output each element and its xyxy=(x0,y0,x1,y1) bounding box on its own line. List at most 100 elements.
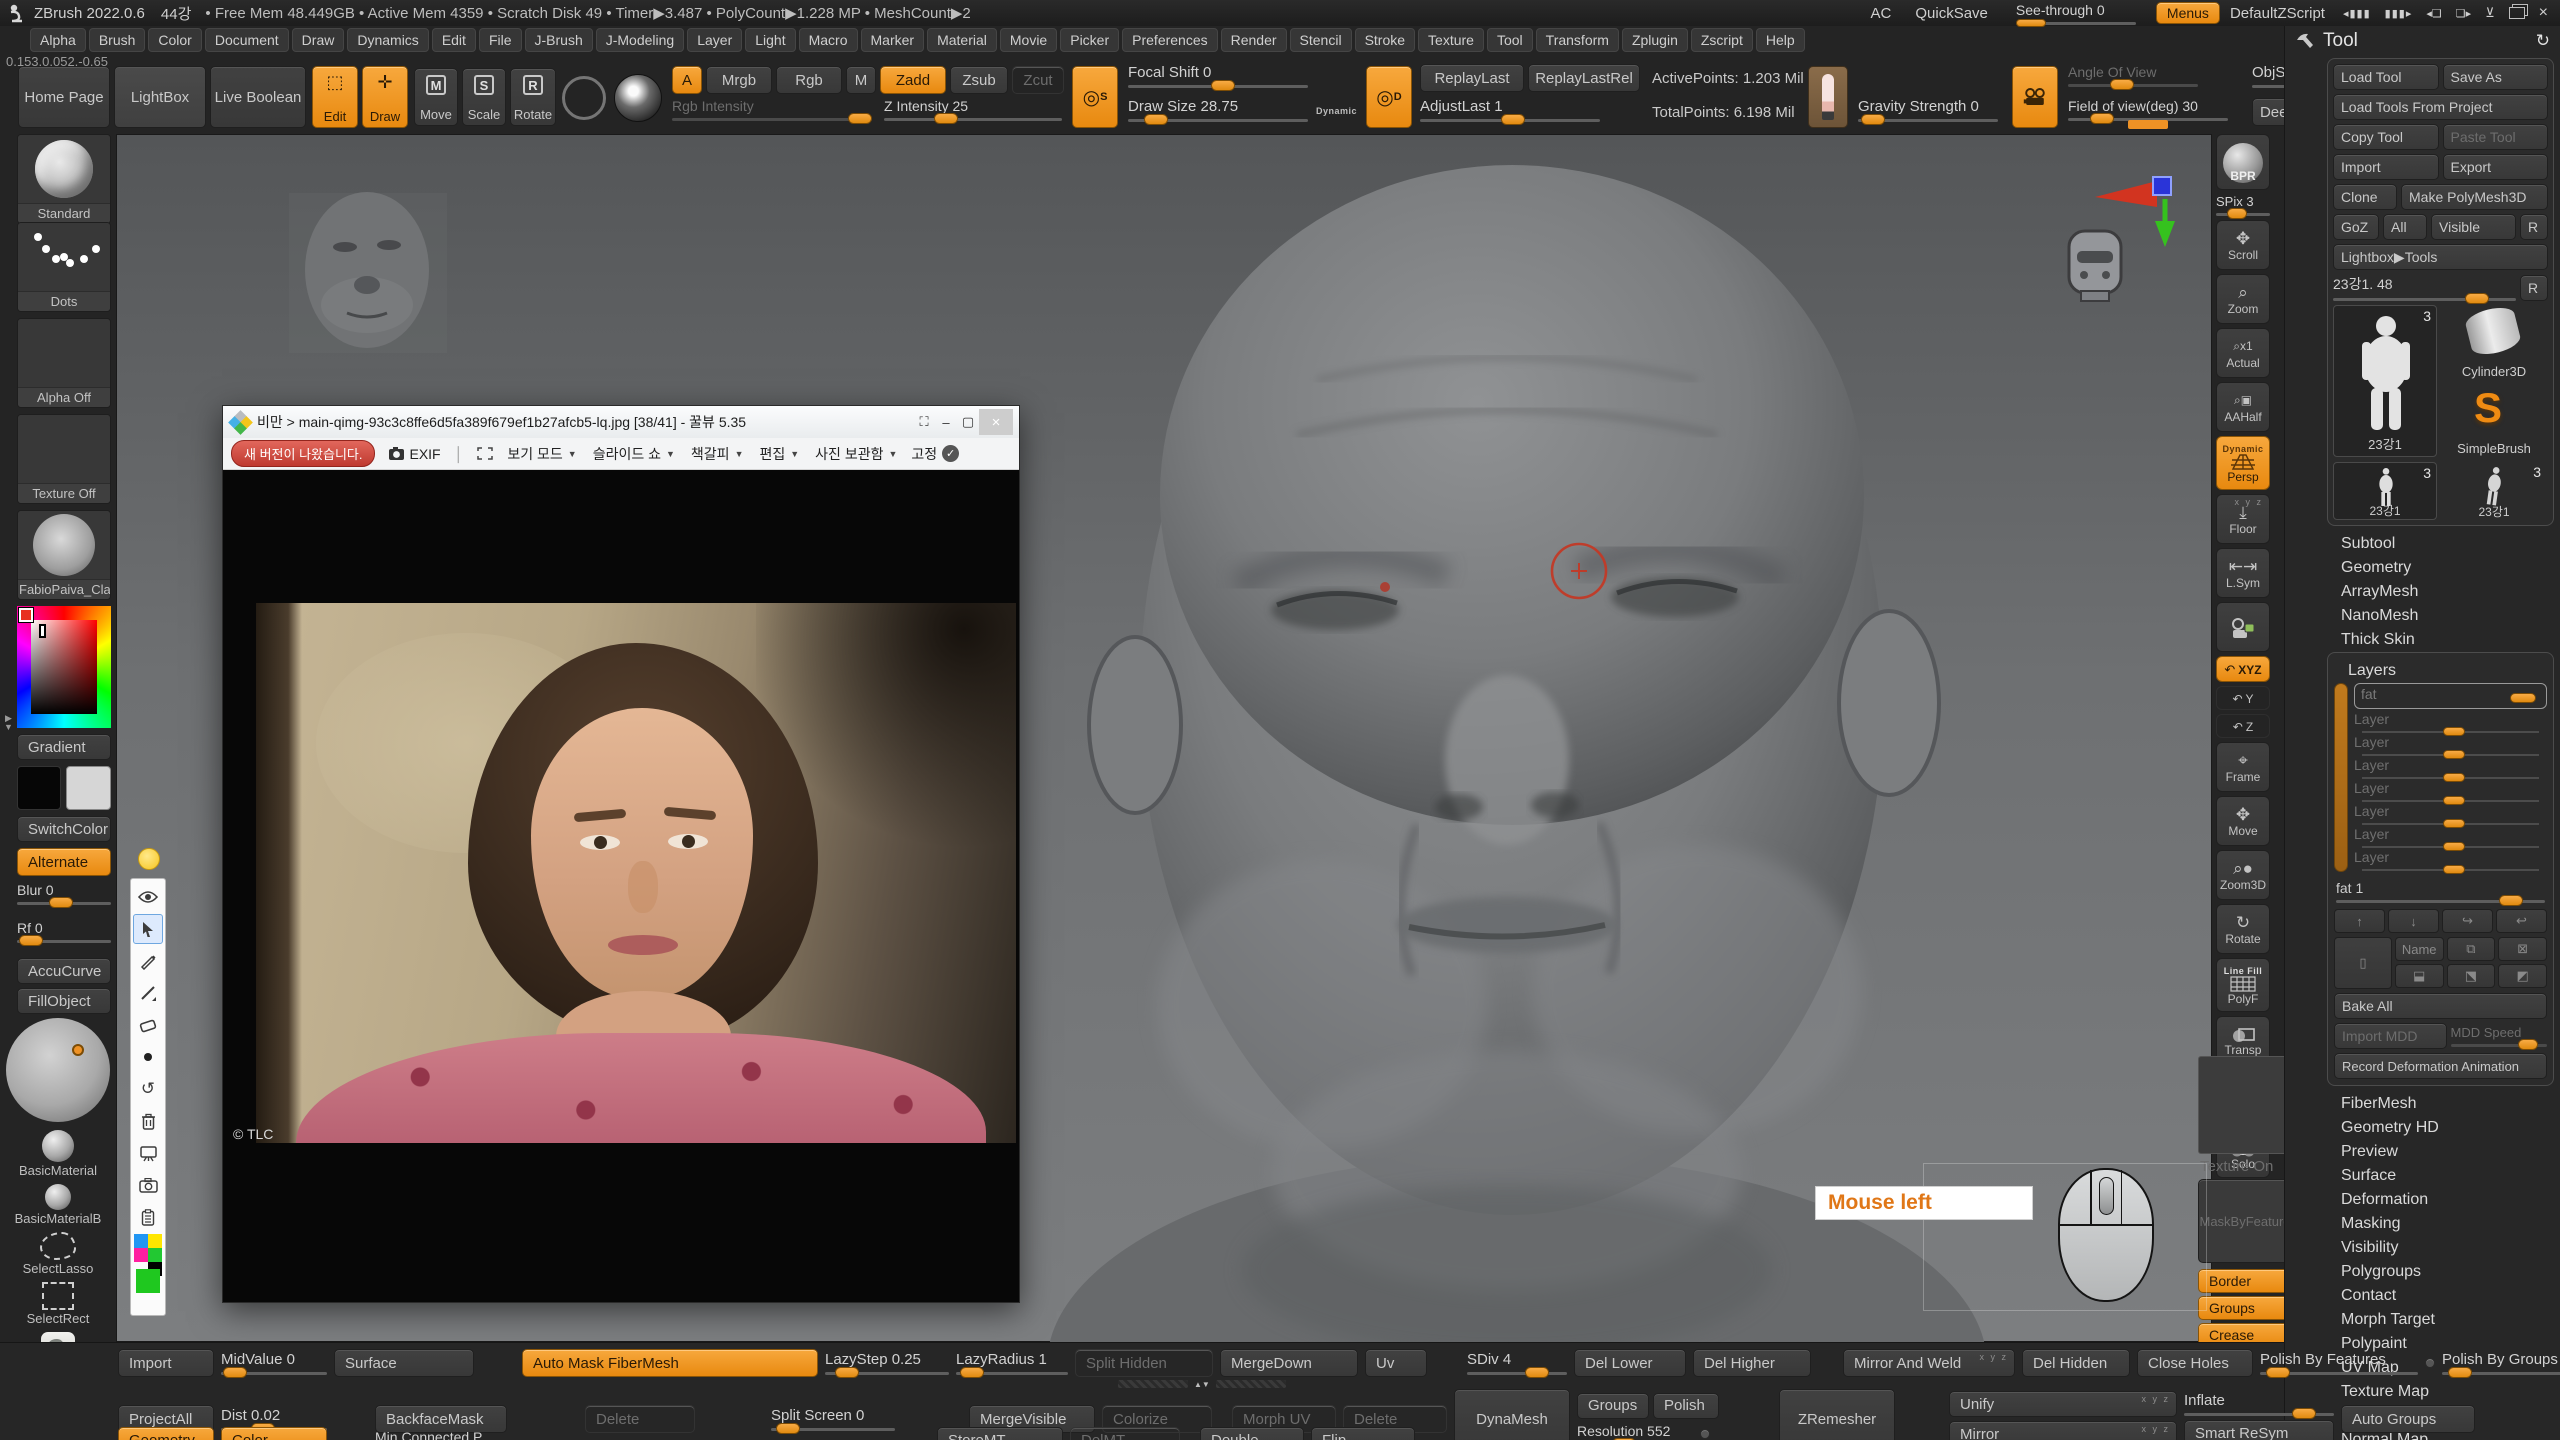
eraser-tool-icon[interactable] xyxy=(133,1010,163,1040)
current-annot-color-swatch[interactable] xyxy=(133,1266,163,1296)
menu-item[interactable]: Macro xyxy=(799,28,858,52)
layer-row[interactable]: Layer xyxy=(2354,757,2547,780)
sdiv-slider[interactable]: SDiv 4 xyxy=(1467,1351,1567,1375)
tool-section-header[interactable]: NanoMesh xyxy=(2341,604,2560,628)
tool-section-header[interactable]: Visibility xyxy=(2341,1236,2560,1260)
menu-item[interactable]: Draw xyxy=(292,28,345,52)
layers-scrollbar[interactable] xyxy=(2334,683,2348,872)
viewer-menu-item[interactable]: 사진 보관함▼ xyxy=(815,444,897,464)
fillobject-button[interactable]: FillObject xyxy=(17,988,111,1014)
auto-groups-button[interactable]: Auto Groups xyxy=(2341,1405,2475,1433)
layer-redo-all-button[interactable]: ↩ xyxy=(2496,909,2547,933)
replay-last-rel-button[interactable]: ReplayLastRel xyxy=(1528,64,1640,92)
goz-visible-button[interactable]: Visible xyxy=(2431,214,2516,240)
menu-item[interactable]: Texture xyxy=(1418,28,1484,52)
layer-row[interactable]: Layer xyxy=(2354,780,2547,803)
delmt-button[interactable]: DelMT xyxy=(1070,1427,1180,1440)
lightbox-button[interactable]: LightBox xyxy=(114,66,206,128)
layer-split-icon[interactable]: ⬔ xyxy=(2447,964,2496,988)
close-holes-button[interactable]: Close Holes xyxy=(2137,1349,2253,1377)
rgb-button[interactable]: Rgb xyxy=(776,66,842,94)
undo-icon[interactable]: ↺ xyxy=(133,1074,163,1104)
menu-item[interactable]: Zscript xyxy=(1691,28,1753,52)
new-version-button[interactable]: 새 버전이 나왔습니다. xyxy=(231,440,375,467)
menu-item[interactable]: Layer xyxy=(687,28,742,52)
tool-section-header[interactable]: Masking xyxy=(2341,1212,2560,1236)
layer-merge-icon[interactable]: ⬓ xyxy=(2395,964,2444,988)
draw-mode-button[interactable]: ✛ Draw xyxy=(362,66,408,128)
rotate3d-button[interactable]: ↻Rotate xyxy=(2216,904,2270,954)
import-mdd-button[interactable]: Import MDD xyxy=(2334,1023,2447,1049)
menu-item[interactable]: Movie xyxy=(1000,28,1057,52)
layer-up-button[interactable]: ↑ xyxy=(2334,909,2385,933)
color-picker[interactable] xyxy=(17,606,111,728)
layer-row[interactable]: Layer xyxy=(2354,711,2547,734)
polish-features-slider[interactable]: Polish By Features xyxy=(2260,1351,2418,1375)
live-boolean-button[interactable]: Live Boolean xyxy=(210,66,306,128)
tool-section-header[interactable]: Subtool xyxy=(2341,532,2560,556)
replay-icon[interactable]: ◎D xyxy=(1366,66,1412,128)
bpr-button[interactable]: BPR xyxy=(2216,134,2270,190)
inflate-slider[interactable]: Inflate xyxy=(2184,1392,2334,1416)
gradient-button[interactable]: Gradient xyxy=(17,734,111,760)
viewer-maximize-icon[interactable]: ▢ xyxy=(957,413,979,431)
image-viewer-window[interactable]: 비만 > main-qimg-93c3c8ffe6d5fa389f679ef1b… xyxy=(222,405,1020,1303)
border-button[interactable]: Border xyxy=(2198,1269,2292,1293)
tool-section-header[interactable]: Morph Target xyxy=(2341,1308,2560,1332)
geometry-tab-button[interactable]: Geometry xyxy=(118,1427,214,1440)
mergedown-button[interactable]: MergeDown xyxy=(1220,1349,1358,1377)
home-page-button[interactable]: Home Page xyxy=(18,66,110,128)
smart-resym-button[interactable]: Smart ReSym xyxy=(2184,1420,2334,1440)
lazystep-slider[interactable]: LazyStep 0.25 xyxy=(825,1351,949,1375)
layer-duplicate-icon[interactable]: ⧉ xyxy=(2447,937,2496,961)
angle-of-view-slider[interactable]: Angle Of View xyxy=(2068,64,2198,87)
draw-size-slider[interactable]: Draw Size 28.75 xyxy=(1128,98,1308,122)
layer-row[interactable]: Layer xyxy=(2354,826,2547,849)
menu-item[interactable]: Tool xyxy=(1487,28,1533,52)
cylinder3d-thumbnail[interactable]: Cylinder3D xyxy=(2442,305,2546,379)
save-as-button[interactable]: Save As xyxy=(2443,64,2549,90)
zoom3d-button[interactable]: ⌕●Zoom3D xyxy=(2216,850,2270,900)
layer-row[interactable]: Layer xyxy=(2354,734,2547,757)
layer-row[interactable]: Layer xyxy=(2354,849,2547,872)
copy-tool-button[interactable]: Copy Tool xyxy=(2333,124,2439,150)
unify-button[interactable]: Unifyx y z xyxy=(1949,1391,2177,1417)
zoom-button[interactable]: ⌕Zoom xyxy=(2216,274,2270,324)
bake-all-button[interactable]: Bake All xyxy=(2334,993,2547,1019)
viewer-menu-item[interactable]: 슬라이드 쇼▼ xyxy=(593,444,675,464)
alpha-tile[interactable]: Alpha Off xyxy=(17,318,111,408)
replay-last-button[interactable]: ReplayLast xyxy=(1420,64,1524,92)
layer-row[interactable]: Layer xyxy=(2354,803,2547,826)
canvas-scroll-notch[interactable] xyxy=(2128,120,2168,129)
del-higher-button[interactable]: Del Higher xyxy=(1693,1349,1811,1377)
del-lower-button[interactable]: Del Lower xyxy=(1574,1349,1686,1377)
quick-pick-item[interactable]: BasicMaterial xyxy=(19,1130,97,1178)
menu-item[interactable]: Zplugin xyxy=(1622,28,1688,52)
spix-slider[interactable]: SPix 3 xyxy=(2216,194,2270,216)
lightbulb-icon[interactable] xyxy=(138,848,160,870)
whiteboard-icon[interactable] xyxy=(133,1138,163,1168)
see-through-slider[interactable]: See-through 0 xyxy=(2016,2,2136,25)
tray-divider-handle[interactable]: ▶▼ xyxy=(4,714,13,732)
pen-tool-icon[interactable] xyxy=(133,946,163,976)
viewer-menu-item[interactable]: 책갈피▼ xyxy=(691,444,744,464)
switchcolor-button[interactable]: SwitchColor xyxy=(17,816,111,842)
storemt-button[interactable]: StoreMT xyxy=(937,1427,1063,1440)
quicksave-button[interactable]: QuickSave xyxy=(1915,5,1988,22)
resolution-mode-dot[interactable] xyxy=(1700,1429,1710,1439)
layer-delete-icon[interactable]: ⊠ xyxy=(2498,937,2547,961)
texture-preview-tile[interactable] xyxy=(2198,1056,2292,1154)
pin-toggle[interactable]: 고정 ✓ xyxy=(911,444,959,464)
menu-item[interactable]: Alpha xyxy=(30,28,86,52)
menu-item[interactable]: Preferences xyxy=(1122,28,1217,52)
actual-button[interactable]: ⌕x1Actual xyxy=(2216,328,2270,378)
quick-pick-item[interactable]: BasicMaterialB xyxy=(15,1184,102,1226)
simplebrush-thumbnail[interactable]: S SimpleBrush xyxy=(2442,384,2546,456)
goz-r-button[interactable]: R xyxy=(2520,214,2548,240)
make-polymesh3d-button[interactable]: Make PolyMesh3D xyxy=(2401,184,2548,210)
goz-button[interactable]: GoZ xyxy=(2333,214,2379,240)
viewer-content[interactable]: © TLC xyxy=(223,470,1019,1302)
tool-thumbnail-2[interactable]: 3 23강1 xyxy=(2333,462,2437,520)
menu-item[interactable]: Marker xyxy=(861,28,925,52)
zadd-button[interactable]: Zadd xyxy=(880,66,946,94)
